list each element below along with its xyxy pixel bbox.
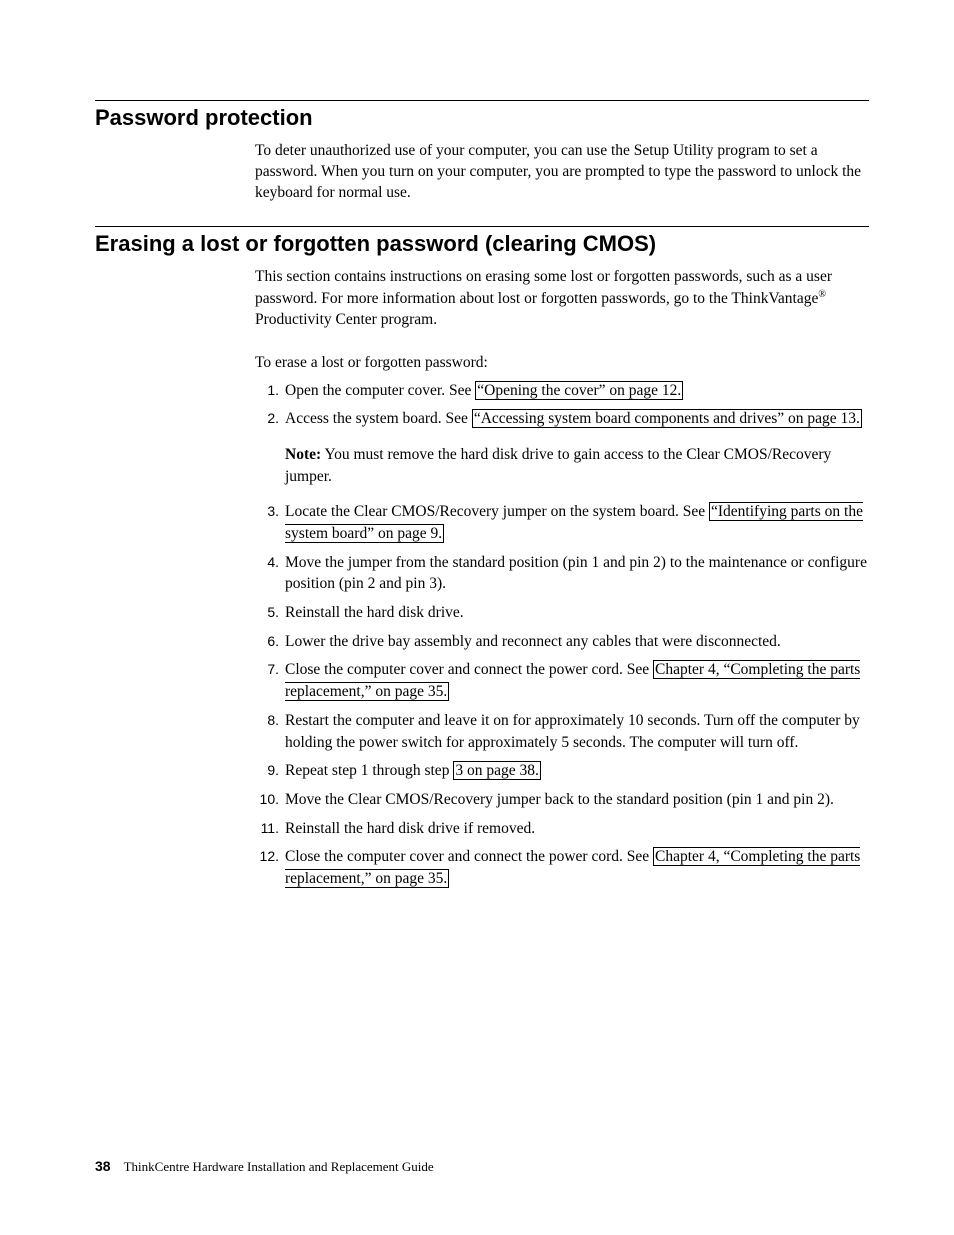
text: Lower the drive bay assembly and reconne… (285, 633, 781, 650)
cross-ref-link[interactable]: “Accessing system board components and d… (472, 409, 862, 428)
list-item: Move the Clear CMOS/Recovery jumper back… (255, 789, 869, 811)
section-rule (95, 226, 869, 227)
text: Productivity Center program. (255, 311, 437, 328)
text: Repeat step 1 through step (285, 762, 453, 779)
registered-mark-icon: ® (818, 289, 826, 300)
text: Locate the Clear CMOS/Recovery jumper on… (285, 503, 709, 520)
text: Move the Clear CMOS/Recovery jumper back… (285, 791, 834, 808)
text: Close the computer cover and connect the… (285, 848, 653, 865)
note-text: You must remove the hard disk drive to g… (285, 446, 831, 485)
heading-password-protection: Password protection (95, 105, 869, 131)
section-password-protection: Password protection To deter unauthorize… (95, 100, 869, 204)
note-block: Note: You must remove the hard disk driv… (285, 444, 869, 487)
page-number: 38 (95, 1158, 111, 1174)
cross-ref-link[interactable]: 3 on page 38. (453, 761, 541, 780)
text: Reinstall the hard disk drive. (285, 604, 464, 621)
footer-title: ThinkCentre Hardware Installation and Re… (124, 1159, 434, 1174)
text: Restart the computer and leave it on for… (285, 712, 860, 751)
list-item: Repeat step 1 through step 3 on page 38. (255, 760, 869, 782)
text: Open the computer cover. See (285, 382, 475, 399)
paragraph: This section contains instructions on er… (255, 267, 869, 331)
note-label: Note: (285, 446, 321, 463)
page-footer: 38 ThinkCentre Hardware Installation and… (95, 1158, 434, 1175)
cross-ref-link[interactable]: “Opening the cover” on page 12. (475, 381, 683, 400)
list-item: Restart the computer and leave it on for… (255, 710, 869, 753)
list-item: Access the system board. See “Accessing … (255, 408, 869, 487)
heading-clearing-cmos: Erasing a lost or forgotten password (cl… (95, 231, 869, 257)
list-item: Open the computer cover. See “Opening th… (255, 380, 869, 402)
text: Access the system board. See (285, 410, 472, 427)
section-clearing-cmos: Erasing a lost or forgotten password (cl… (95, 226, 869, 890)
text: Close the computer cover and connect the… (285, 661, 653, 678)
list-item: Lower the drive bay assembly and reconne… (255, 631, 869, 653)
list-item: Close the computer cover and connect the… (255, 659, 869, 702)
list-item: Locate the Clear CMOS/Recovery jumper on… (255, 501, 869, 544)
list-item: Close the computer cover and connect the… (255, 846, 869, 889)
steps-list: Open the computer cover. See “Opening th… (255, 380, 869, 890)
list-item: Reinstall the hard disk drive. (255, 602, 869, 624)
section-rule (95, 100, 869, 101)
text: Move the jumper from the standard positi… (285, 554, 867, 593)
list-item: Move the jumper from the standard positi… (255, 552, 869, 595)
text: This section contains instructions on er… (255, 268, 832, 307)
list-item: Reinstall the hard disk drive if removed… (255, 818, 869, 840)
text: Reinstall the hard disk drive if removed… (285, 820, 535, 837)
paragraph: To deter unauthorized use of your comput… (255, 141, 869, 204)
paragraph-intro: To erase a lost or forgotten password: (255, 353, 869, 374)
